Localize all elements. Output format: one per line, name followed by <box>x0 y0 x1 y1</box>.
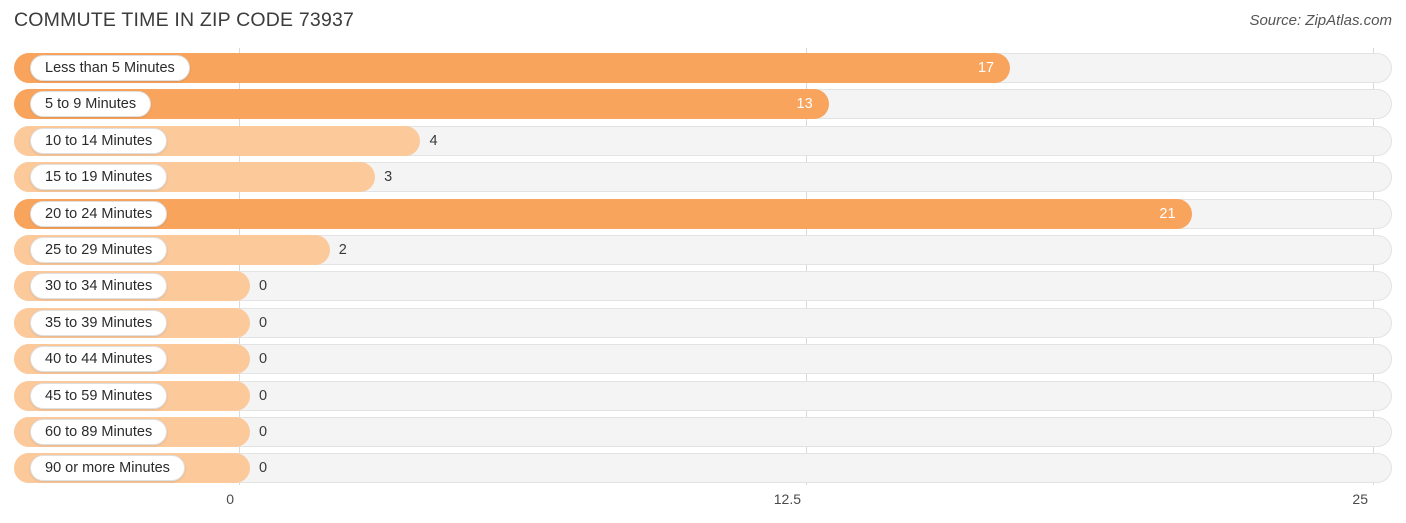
bar-value-label: 13 <box>796 96 813 113</box>
axis-tick-label: 0 <box>226 491 234 507</box>
bar-row[interactable]: 35 to 39 Minutes 0 <box>14 307 1392 338</box>
bar-row[interactable]: 10 to 14 Minutes 4 <box>14 125 1392 156</box>
bar-category-label-text: 35 to 39 Minutes <box>45 314 153 331</box>
bar-row[interactable]: 5 to 9 Minutes 13 <box>14 89 1392 120</box>
axis-tick-label: 12.5 <box>773 491 801 507</box>
bar-category-label: 15 to 19 Minutes <box>30 164 168 191</box>
bar-category-label-text: 60 to 89 Minutes <box>45 424 153 440</box>
bar-value-label: 3 <box>384 169 393 186</box>
bar-category-label-text: 40 to 44 Minutes <box>45 351 153 368</box>
source-attribution: Source: ZipAtlas.com <box>1249 12 1392 29</box>
bar-category-label-text: 90 or more Minutes <box>45 460 170 477</box>
bar-row[interactable]: 15 to 19 Minutes 3 <box>14 162 1392 193</box>
bar-row[interactable]: Less than 5 Minutes 17 <box>14 53 1392 83</box>
x-axis: 0 12.5 25 <box>0 485 1406 523</box>
bar-value-label: 0 <box>259 314 268 331</box>
bar-category-label-text: 30 to 34 Minutes <box>45 278 153 295</box>
bar-row[interactable]: 45 to 59 Minutes 0 <box>14 380 1392 411</box>
bar-category-label: 40 to 44 Minutes <box>30 346 168 373</box>
bar-value-label: 2 <box>338 242 347 258</box>
bar-row[interactable]: 25 to 29 Minutes 2 <box>14 235 1392 265</box>
bar-category-label-text: 25 to 29 Minutes <box>45 242 153 258</box>
bar-row[interactable]: 20 to 24 Minutes 21 <box>14 198 1392 229</box>
bar-row[interactable]: 40 to 44 Minutes 0 <box>14 344 1392 375</box>
bar-category-label: 10 to 14 Minutes <box>30 127 168 154</box>
bar-row[interactable]: 30 to 34 Minutes 0 <box>14 271 1392 302</box>
bar-category-label: 45 to 59 Minutes <box>30 382 168 409</box>
bar-value-label: 0 <box>259 460 268 477</box>
bar-row[interactable]: 60 to 89 Minutes 0 <box>14 417 1392 447</box>
bar-category-label-text: 45 to 59 Minutes <box>45 387 153 404</box>
bar-value-label: 0 <box>259 387 268 404</box>
page-title: COMMUTE TIME IN ZIP CODE 73937 <box>14 9 355 31</box>
bar-value-label: 21 <box>1159 205 1176 222</box>
bar-category-label-text: 10 to 14 Minutes <box>45 132 153 149</box>
bar-chart-plot-area: Less than 5 Minutes 17 5 to 9 Minutes 13 10 … <box>0 48 1406 485</box>
bar-category-label: 35 to 39 Minutes <box>30 309 168 336</box>
bar-value-label: 17 <box>977 60 995 76</box>
bar-category-label: 25 to 29 Minutes <box>30 237 168 263</box>
bar-category-label-text: 15 to 19 Minutes <box>45 169 153 186</box>
bar-category-label: 90 or more Minutes <box>30 455 185 482</box>
bar-value-label: 0 <box>259 278 268 295</box>
bar-value-label: 0 <box>259 351 268 368</box>
bar-value-label: 4 <box>429 132 438 149</box>
bar-category-label: 60 to 89 Minutes <box>30 419 168 445</box>
bar-row[interactable]: 90 or more Minutes 0 <box>14 453 1392 484</box>
bar-category-label: 30 to 34 Minutes <box>30 273 168 300</box>
axis-tick-label: 25 <box>1352 491 1368 507</box>
bar-value-label: 0 <box>259 424 268 440</box>
chart-header: COMMUTE TIME IN ZIP CODE 73937 Source: Z… <box>0 0 1406 46</box>
